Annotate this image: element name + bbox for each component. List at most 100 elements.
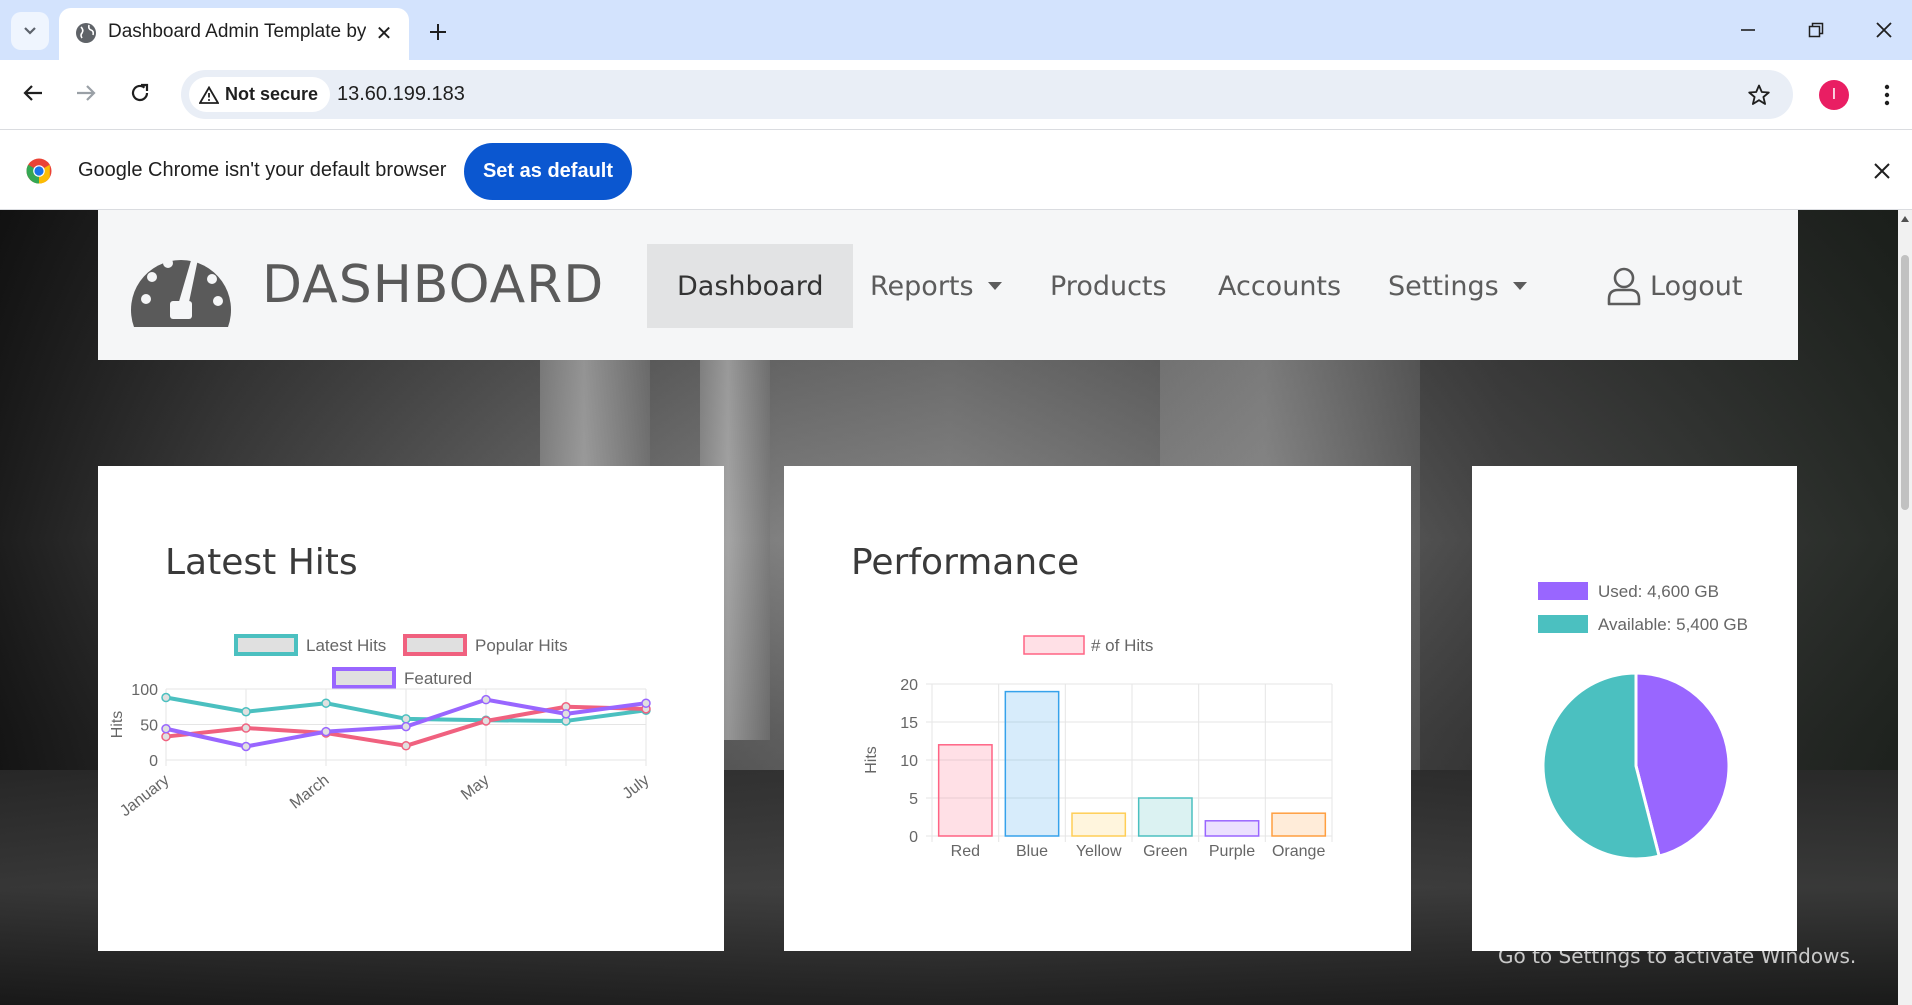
data-point [481, 716, 491, 726]
infobar-message: Google Chrome isn't your default browser [78, 159, 447, 181]
set-default-button[interactable]: Set as default [464, 143, 632, 200]
x-tick-label: Orange [1272, 843, 1325, 860]
storage-pie-chart: Used: 4,600 GB Available: 5,400 GB [1538, 582, 1748, 861]
x-tick-label: May [458, 772, 492, 804]
storage-card: Used: 4,600 GB Available: 5,400 GB [1472, 466, 1797, 951]
nav-label: Products [1050, 270, 1167, 302]
bar [1004, 690, 1060, 837]
data-point [161, 692, 171, 703]
nav-label: Settings [1388, 270, 1499, 302]
legend-swatch [1023, 635, 1085, 655]
y-tick-label: 0 [909, 829, 918, 846]
bar [1271, 812, 1327, 837]
security-label: Not secure [225, 84, 319, 104]
performance-chart: # of Hits 0 5 10 15 20 Hits Red Blue Yellow Green P… [863, 635, 1333, 860]
y-tick-label: 100 [131, 682, 158, 699]
new-tab-button[interactable] [420, 14, 456, 50]
reload-icon [131, 83, 149, 102]
x-tick-label: Red [951, 843, 980, 860]
x-tick-label: Purple [1209, 843, 1255, 860]
close-icon [1874, 163, 1890, 179]
security-chip[interactable]: Not secure [189, 77, 331, 112]
bookmark-button[interactable] [1743, 79, 1775, 111]
back-button[interactable] [13, 73, 53, 113]
nav-label: Reports [870, 270, 974, 302]
legend-swatch [332, 667, 396, 689]
y-axis-title: Hits [109, 711, 126, 739]
y-tick-label: 5 [909, 791, 918, 808]
minimize-icon [1741, 29, 1755, 31]
restore-button[interactable] [1796, 10, 1836, 50]
legend-label: Featured [404, 669, 472, 688]
data-point [641, 698, 651, 708]
legend-label: # of Hits [1091, 636, 1153, 655]
data-point [321, 698, 331, 708]
site-navbar: DASHBOARD Dashboard Reports Products Acc… [98, 210, 1798, 360]
y-tick-label: 20 [900, 677, 918, 694]
default-browser-infobar: Google Chrome isn't your default browser… [0, 131, 1912, 210]
data-point [161, 724, 171, 734]
more-vert-icon [1884, 84, 1890, 106]
nav-label: Dashboard [677, 270, 824, 302]
x-tick-label: Green [1143, 843, 1187, 860]
legend-label: Available: 5,400 GB [1598, 615, 1748, 634]
user-icon [1607, 267, 1641, 306]
profile-avatar[interactable]: I [1819, 80, 1849, 110]
page-scrollbar[interactable] [1898, 210, 1912, 1005]
data-point [321, 726, 331, 737]
nav-logout[interactable]: Logout [1606, 244, 1742, 328]
nav-products[interactable]: Products [1050, 244, 1167, 328]
legend-label: Latest Hits [306, 636, 386, 655]
latest-hits-chart: Latest Hits Popular HitsFeatured 0 50 100 Hit… [109, 634, 652, 820]
close-window-button[interactable] [1864, 10, 1904, 50]
chevron-down-icon [24, 27, 36, 35]
nav-reports[interactable]: Reports [870, 244, 1002, 328]
caret-down-icon [1512, 282, 1527, 290]
nav-dashboard[interactable]: Dashboard [647, 244, 854, 328]
caret-down-icon [987, 282, 1002, 290]
arrow-right-icon [77, 85, 96, 101]
tab-close-button[interactable]: ✕ [369, 18, 399, 48]
y-tick-label: 50 [140, 718, 158, 735]
bar [1071, 812, 1127, 837]
warning-icon [199, 85, 219, 104]
y-tick-label: 10 [900, 753, 918, 770]
data-point [481, 694, 491, 705]
browser-toolbar: Not secure 13.60.199.183 I [0, 60, 1912, 130]
address-bar[interactable]: Not secure 13.60.199.183 [181, 70, 1793, 119]
x-tick-label: Blue [1016, 843, 1048, 860]
legend-swatch [403, 634, 467, 656]
watermark-line-2: Go to Settings to activate Windows. [1498, 944, 1857, 968]
x-tick-label: March [287, 772, 332, 813]
y-tick-label: 0 [149, 753, 158, 770]
brand-title[interactable]: DASHBOARD [262, 255, 604, 315]
arrow-left-icon [23, 85, 42, 101]
legend-swatch [234, 634, 298, 656]
tab-title: Dashboard Admin Template by [108, 21, 366, 42]
nav-settings[interactable]: Settings [1388, 244, 1527, 328]
browser-tab[interactable]: Dashboard Admin Template by ✕ [59, 8, 409, 60]
tab-strip: Dashboard Admin Template by ✕ [0, 0, 1912, 60]
card-title: Performance [851, 542, 1080, 583]
bar [937, 744, 993, 837]
nav-accounts[interactable]: Accounts [1218, 244, 1341, 328]
data-point [161, 731, 171, 742]
legend-swatch [1538, 582, 1588, 600]
activate-windows-watermark: Activate Windows Go to Settings to activ… [1498, 903, 1856, 968]
reload-button[interactable] [120, 73, 160, 113]
bar [1204, 820, 1260, 837]
forward-button[interactable] [66, 73, 106, 113]
tab-search-button[interactable] [11, 12, 49, 50]
browser-menu-button[interactable] [1872, 77, 1902, 113]
scroll-up-arrow-icon[interactable] [1901, 216, 1909, 222]
data-point [241, 706, 251, 717]
data-point [401, 714, 411, 724]
infobar-close-button[interactable] [1866, 155, 1898, 187]
speedometer-icon[interactable] [126, 243, 236, 329]
page-viewport: DASHBOARD Dashboard Reports Products Acc… [0, 210, 1912, 1005]
legend-swatch [1538, 615, 1588, 633]
minimize-button[interactable] [1728, 10, 1768, 50]
legend-label: Popular Hits [475, 636, 568, 655]
data-point [401, 721, 411, 732]
scrollbar-thumb[interactable] [1901, 255, 1909, 510]
